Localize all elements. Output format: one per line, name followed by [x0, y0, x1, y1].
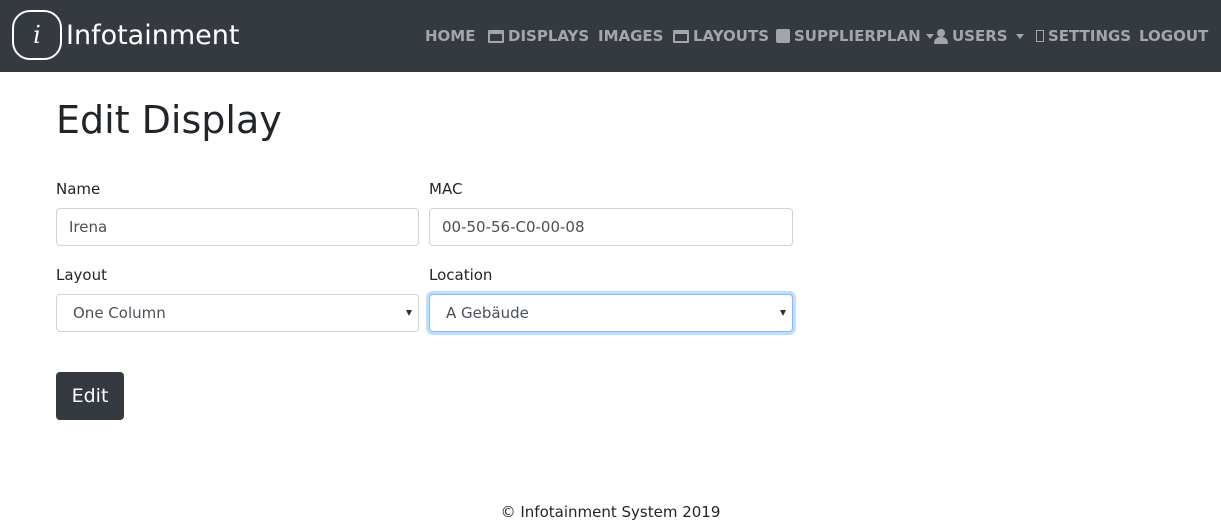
navbar: i Infotainment HOME DISPLAYS IMAGES LAYO…	[0, 0, 1221, 72]
layout-select[interactable]: One Column	[56, 294, 419, 332]
name-input-value: Irena	[69, 218, 108, 236]
nav-images[interactable]: IMAGES	[598, 0, 663, 72]
calendar-icon	[776, 29, 790, 43]
mac-input-value: 00-50-56-C0-00-08	[442, 218, 585, 236]
nav-displays[interactable]: DISPLAYS	[488, 0, 589, 72]
nav-logout-label: LOGOUT	[1139, 27, 1209, 45]
nav-logout[interactable]: LOGOUT	[1139, 0, 1208, 72]
name-label: Name	[56, 180, 101, 198]
nav-displays-label: DISPLAYS	[508, 27, 590, 45]
chevron-down-icon	[406, 310, 412, 316]
nav-users[interactable]: USERS	[934, 0, 1024, 72]
location-label: Location	[429, 266, 493, 284]
footer-copyright: © Infotainment System 2019	[500, 503, 721, 521]
edit-button-label: Edit	[71, 385, 109, 407]
nav-home[interactable]: HOME	[425, 0, 475, 72]
window-icon	[673, 29, 689, 43]
chevron-down-icon	[1015, 33, 1024, 39]
settings-icon	[1036, 30, 1044, 42]
nav-supplierplan[interactable]: SUPPLIERPLAN	[776, 0, 934, 72]
nav-home-label: HOME	[425, 27, 476, 45]
brand-name: Infotainment	[66, 19, 240, 51]
nav-settings[interactable]: SETTINGS	[1036, 0, 1131, 72]
window-icon	[488, 29, 504, 43]
layout-label: Layout	[56, 266, 107, 284]
page-title: Edit Display	[56, 98, 282, 142]
nav-supplierplan-label: SUPPLIERPLAN	[794, 27, 921, 45]
mac-label: MAC	[429, 180, 463, 198]
nav-layouts-label: LAYOUTS	[693, 27, 770, 45]
info-logo-icon: i	[12, 10, 62, 60]
user-icon	[934, 28, 948, 44]
edit-button[interactable]: Edit	[56, 372, 124, 420]
chevron-down-icon	[925, 33, 934, 39]
location-select-value: A Gebäude	[446, 304, 529, 322]
nav-images-label: IMAGES	[598, 27, 664, 45]
mac-input[interactable]: 00-50-56-C0-00-08	[429, 208, 793, 246]
name-input[interactable]: Irena	[56, 208, 419, 246]
chevron-down-icon	[780, 310, 786, 316]
nav-layouts[interactable]: LAYOUTS	[673, 0, 769, 72]
brand[interactable]: i Infotainment	[12, 10, 239, 60]
layout-select-value: One Column	[73, 304, 166, 322]
nav-settings-label: SETTINGS	[1048, 27, 1132, 45]
location-select[interactable]: A Gebäude	[429, 294, 793, 332]
nav-users-label: USERS	[952, 27, 1008, 45]
